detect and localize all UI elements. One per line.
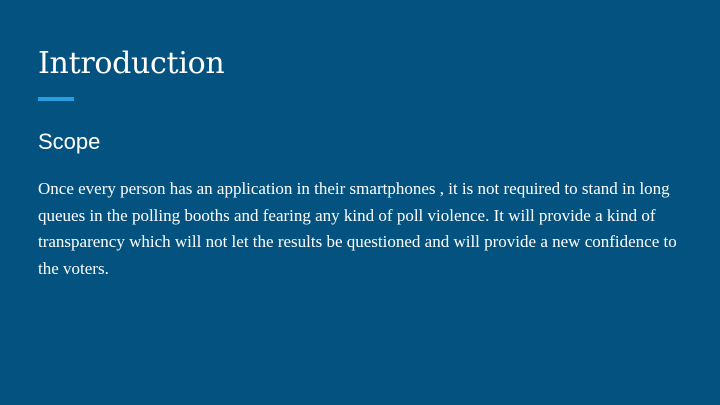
slide-body-text: Once every person has an application in … bbox=[38, 179, 677, 278]
slide-subtitle: Scope bbox=[38, 129, 101, 154]
presentation-slide: Introduction Scope Once every person has… bbox=[0, 0, 720, 405]
title-accent-bar bbox=[38, 97, 74, 101]
slide-title: Introduction bbox=[38, 46, 225, 81]
